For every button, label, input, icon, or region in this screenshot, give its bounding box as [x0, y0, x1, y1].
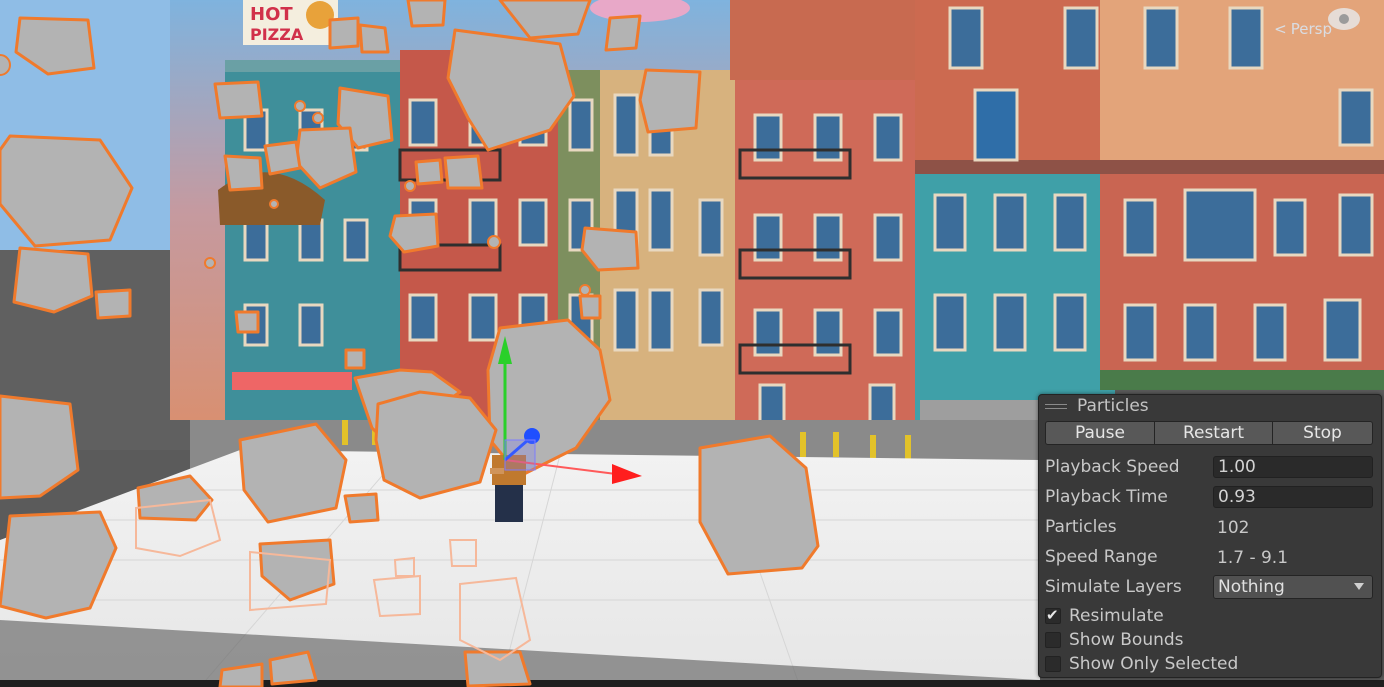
show-bounds-checkbox[interactable]: [1045, 632, 1061, 648]
simulate-layers-label: Simulate Layers: [1045, 577, 1182, 597]
playback-time-label: Playback Time: [1045, 487, 1168, 507]
playback-time-field[interactable]: 0.93: [1213, 486, 1373, 508]
panel-header[interactable]: Particles: [1039, 395, 1381, 417]
persp-label: Persp: [1290, 20, 1332, 38]
drag-handle-icon[interactable]: [1045, 403, 1067, 409]
speed-range-row: Speed Range: [1045, 544, 1213, 570]
show-only-selected-label: Show Only Selected: [1069, 654, 1239, 674]
view-mode-label[interactable]: < Persp: [1274, 20, 1332, 38]
resimulate-checkbox[interactable]: [1045, 606, 1061, 624]
playback-speed-label: Playback Speed: [1045, 457, 1180, 477]
restart-button[interactable]: Restart: [1155, 421, 1273, 445]
playback-time-row: Playback Time: [1045, 484, 1213, 510]
simulate-layers-value: Nothing: [1218, 577, 1285, 597]
chevron-left-icon: <: [1274, 20, 1287, 38]
particles-overlay-panel: Particles Pause Restart Stop Playback Sp…: [1038, 394, 1382, 678]
svg-text:HOT: HOT: [250, 4, 293, 25]
pause-button[interactable]: Pause: [1045, 421, 1155, 445]
playback-speed-field[interactable]: 1.00: [1213, 456, 1373, 478]
show-bounds-toggle[interactable]: Show Bounds: [1045, 629, 1184, 651]
particles-count-value: 102: [1217, 518, 1250, 538]
simulate-layers-row: Simulate Layers: [1045, 574, 1213, 600]
speed-range-label: Speed Range: [1045, 547, 1158, 567]
resimulate-label: Resimulate: [1069, 606, 1164, 626]
resimulate-toggle[interactable]: Resimulate: [1045, 605, 1164, 627]
particles-count-row: Particles: [1045, 514, 1213, 540]
stop-button[interactable]: Stop: [1273, 421, 1373, 445]
show-bounds-label: Show Bounds: [1069, 630, 1184, 650]
playback-buttons: Pause Restart Stop: [1045, 421, 1375, 445]
simulate-layers-dropdown[interactable]: Nothing: [1213, 575, 1373, 599]
speed-range-value: 1.7 - 9.1: [1217, 548, 1289, 568]
show-only-selected-checkbox[interactable]: [1045, 656, 1061, 672]
svg-text:PIZZA: PIZZA: [250, 25, 304, 44]
panel-title: Particles: [1077, 396, 1149, 416]
playback-speed-row: Playback Speed: [1045, 454, 1213, 480]
show-only-selected-toggle[interactable]: Show Only Selected: [1045, 653, 1238, 675]
particles-count-label: Particles: [1045, 517, 1117, 537]
chevron-down-icon: [1354, 583, 1364, 590]
